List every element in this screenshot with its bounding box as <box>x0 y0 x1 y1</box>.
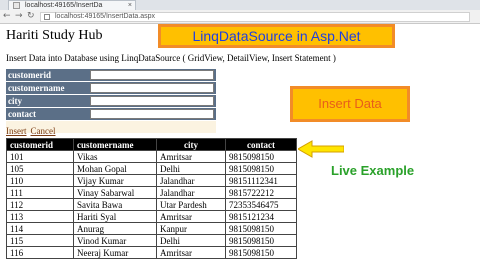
browser-tab[interactable]: localhost:49165/InsertDa × <box>8 0 136 10</box>
table-row: 112 Savita Bawa Utar Pardesh 72353546475 <box>6 198 297 211</box>
table-cell-customername: Vijay Kumar <box>73 174 157 187</box>
column-header-contact: contact <box>225 138 297 151</box>
table-cell-customername: Savita Bawa <box>73 198 157 211</box>
table-row: 111 Vinay Sabarwal Jalandhar 9815722212 <box>6 186 297 199</box>
grid-header-row: customerid customername city contact <box>6 138 297 151</box>
city-input[interactable] <box>90 96 214 106</box>
page-icon <box>44 14 50 20</box>
insert-data-callout: Insert Data <box>290 86 410 122</box>
live-example-label: Live Example <box>331 163 415 178</box>
form-command-row: Insert Cancel <box>6 121 216 136</box>
table-cell-customername: Hariti Syal <box>73 210 157 223</box>
cancel-link[interactable]: Cancel <box>31 126 56 136</box>
table-row: 114 Anurag Kanpur 9815098150 <box>6 222 297 235</box>
table-cell-contact: 9815722212 <box>225 186 297 199</box>
table-cell-city: Delhi <box>156 234 226 247</box>
detailsview-insert-form: customerid customername city contact Ins… <box>6 69 216 136</box>
browser-tab-bar: localhost:49165/InsertDa × <box>0 0 480 10</box>
table-cell-customerid: 115 <box>6 234 74 247</box>
table-cell-contact: 72353546475 <box>225 198 297 211</box>
table-cell-contact: 98151112341 <box>225 174 297 187</box>
table-cell-customerid: 105 <box>6 162 74 175</box>
table-row: 116 Neeraj Kumar Amritsar 9815098150 <box>6 246 297 259</box>
customers-gridview: customerid customername city contact 101… <box>6 138 297 259</box>
table-cell-contact: 9815098150 <box>225 246 297 259</box>
column-header-customername: customername <box>73 138 157 151</box>
site-title: Hariti Study Hub <box>6 28 103 43</box>
table-cell-customerid: 110 <box>6 174 74 187</box>
table-row: 105 Mohan Gopal Delhi 9815098150 <box>6 162 297 175</box>
table-cell-contact: 9815098150 <box>225 162 297 175</box>
customerid-input[interactable] <box>90 70 214 80</box>
table-cell-customername: Vinay Sabarwal <box>73 186 157 199</box>
table-cell-contact: 9815098150 <box>225 234 297 247</box>
table-cell-customerid: 112 <box>6 198 74 211</box>
form-row-customername: customername <box>6 82 216 95</box>
table-cell-city: Amritsar <box>156 150 226 163</box>
table-cell-customerid: 111 <box>6 186 74 199</box>
table-cell-city: Amritsar <box>156 246 226 259</box>
table-cell-customerid: 114 <box>6 222 74 235</box>
refresh-icon[interactable]: ↻ <box>27 11 35 22</box>
page-subtitle: Insert Data into Database using LinqData… <box>6 53 336 63</box>
form-row-contact: contact <box>6 108 216 121</box>
table-cell-city: Kanpur <box>156 222 226 235</box>
table-cell-customername: Vinod Kumar <box>73 234 157 247</box>
table-cell-customername: Mohan Gopal <box>73 162 157 175</box>
tab-close-icon[interactable]: × <box>128 1 132 10</box>
table-cell-customerid: 116 <box>6 246 74 259</box>
table-cell-customername: Anurag <box>73 222 157 235</box>
field-label: city <box>8 96 22 106</box>
topic-banner: LinqDataSource in Asp.Net <box>158 24 395 48</box>
table-cell-city: Jalandhar <box>156 186 226 199</box>
form-row-city: city <box>6 95 216 108</box>
insert-link[interactable]: Insert <box>6 126 27 136</box>
forward-arrow-icon[interactable]: → <box>15 11 23 22</box>
back-arrow-icon[interactable]: ← <box>3 11 11 22</box>
tab-title: localhost:49165/InsertDa <box>25 2 103 9</box>
table-cell-city: Jalandhar <box>156 174 226 187</box>
field-label: customername <box>8 83 65 93</box>
table-cell-city: Delhi <box>156 162 226 175</box>
column-header-customerid: customerid <box>6 138 74 151</box>
table-cell-customerid: 101 <box>6 150 74 163</box>
table-cell-customername: Neeraj Kumar <box>73 246 157 259</box>
address-bar: ← → ↻ localhost:49165/InsertData.aspx <box>0 10 480 24</box>
pointer-arrow-icon <box>298 140 344 158</box>
url-text: localhost:49165/InsertData.aspx <box>55 13 156 20</box>
table-cell-contact: 9815098150 <box>225 222 297 235</box>
table-cell-city: Utar Pardesh <box>156 198 226 211</box>
page-favicon-icon <box>13 2 20 9</box>
contact-input[interactable] <box>90 109 214 119</box>
table-cell-contact: 9815098150 <box>225 150 297 163</box>
table-row: 110 Vijay Kumar Jalandhar 98151112341 <box>6 174 297 187</box>
customername-input[interactable] <box>90 83 214 93</box>
url-field[interactable]: localhost:49165/InsertData.aspx <box>40 12 470 22</box>
table-row: 101 Vikas Amritsar 9815098150 <box>6 150 297 163</box>
table-cell-contact: 9815121234 <box>225 210 297 223</box>
form-row-customerid: customerid <box>6 69 216 82</box>
table-cell-customername: Vikas <box>73 150 157 163</box>
field-label: customerid <box>8 70 51 80</box>
column-header-city: city <box>156 138 226 151</box>
table-cell-customerid: 113 <box>6 210 74 223</box>
table-row: 113 Hariti Syal Amritsar 9815121234 <box>6 210 297 223</box>
table-row: 115 Vinod Kumar Delhi 9815098150 <box>6 234 297 247</box>
table-cell-city: Amritsar <box>156 210 226 223</box>
field-label: contact <box>8 109 36 119</box>
